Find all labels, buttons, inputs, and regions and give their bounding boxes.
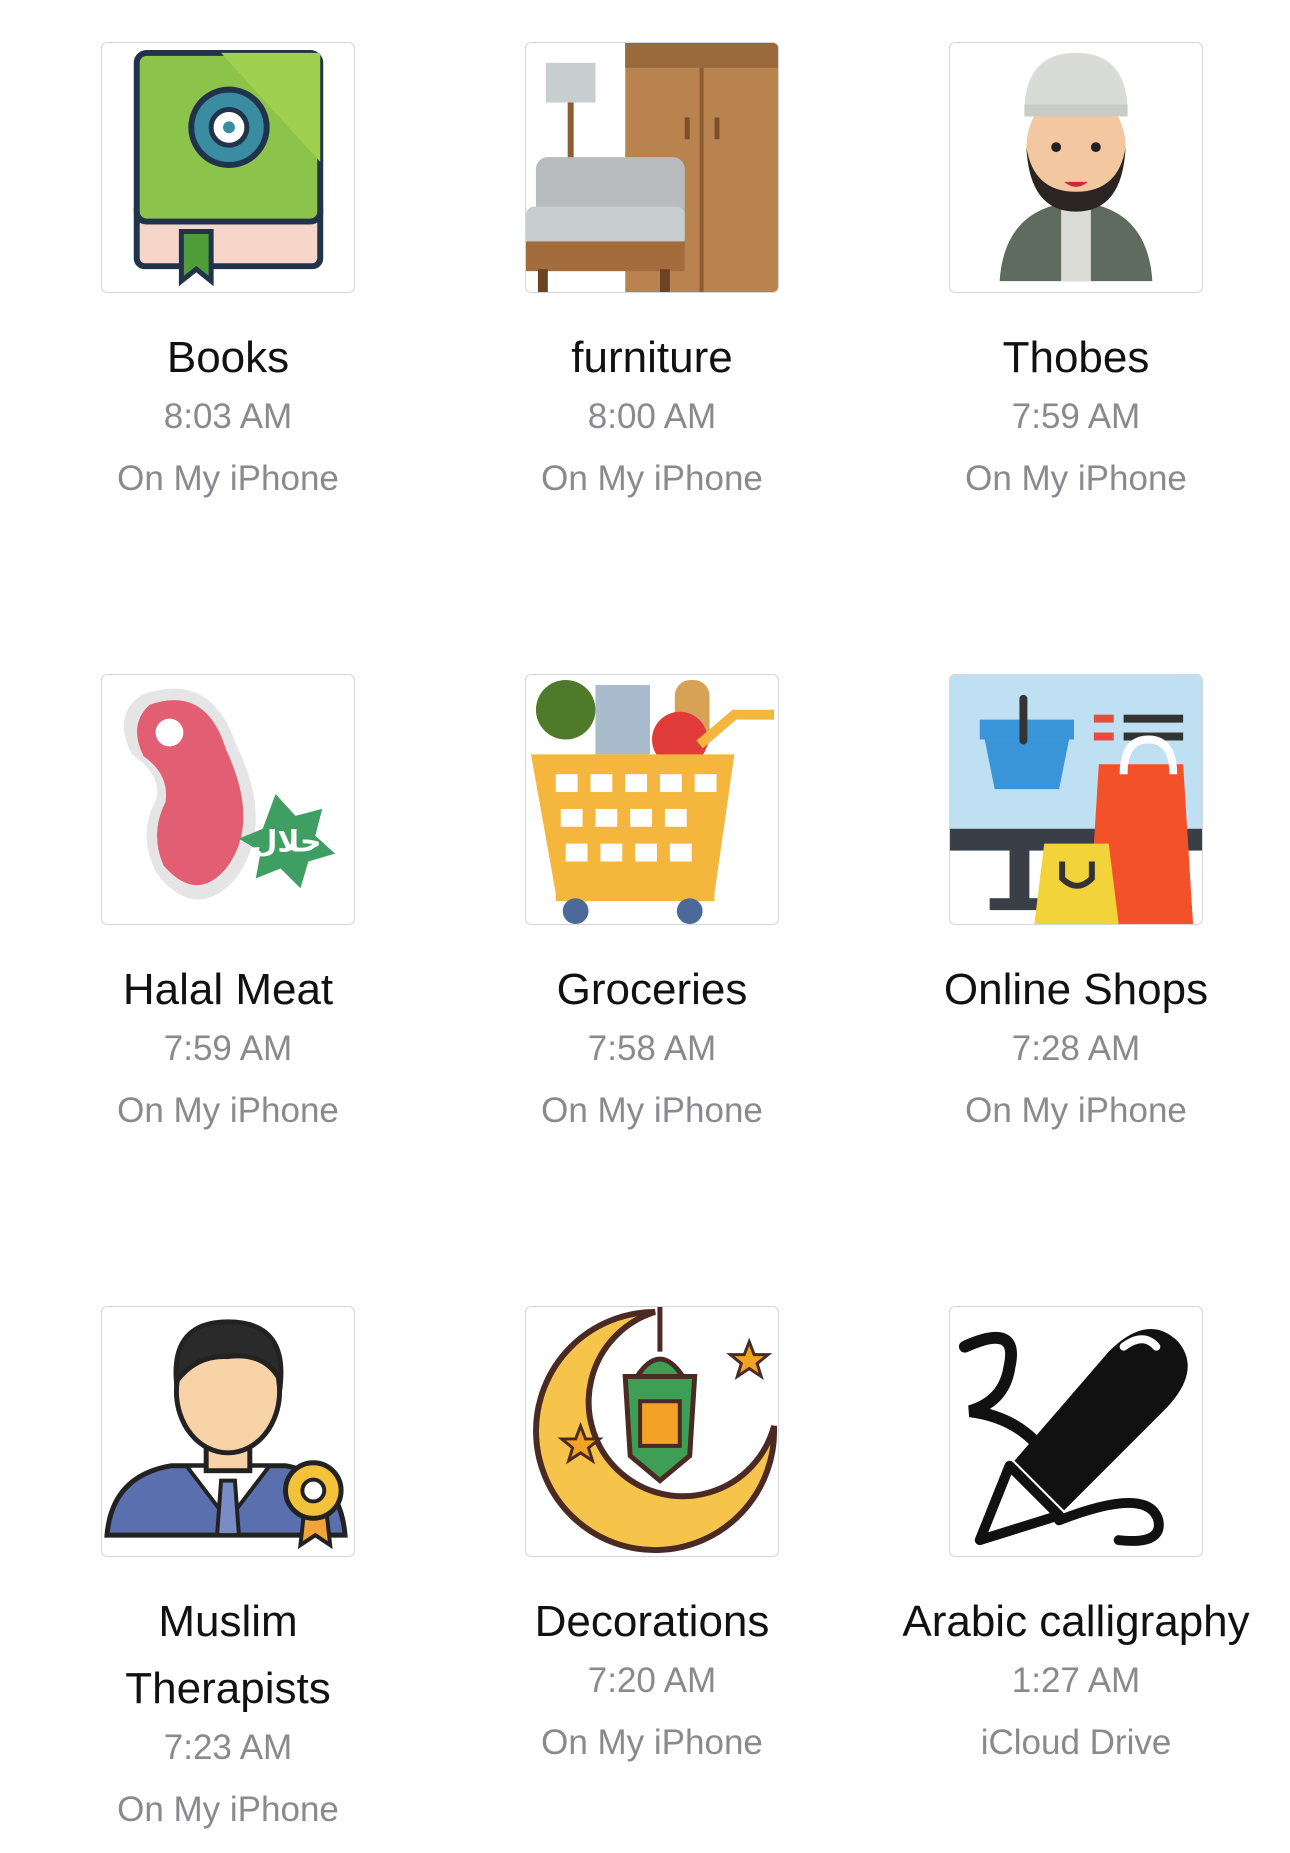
file-time: 7:23 AM (163, 1728, 293, 1767)
file-location: On My iPhone (117, 1790, 339, 1829)
file-name: Books (166, 333, 290, 382)
file-name: Groceries (556, 965, 748, 1014)
file-thumbnail[interactable] (525, 42, 779, 293)
file-thumbnail[interactable] (525, 674, 779, 925)
file-name: Thobes (1002, 333, 1150, 382)
file-location: On My iPhone (117, 459, 339, 498)
book-icon (133, 49, 324, 287)
file-location: iCloud Drive (980, 1723, 1172, 1762)
file-time: 7:59 AM (163, 1029, 293, 1068)
svg-text:حلال: حلال (252, 825, 322, 860)
calligraphy-pen-icon (958, 1328, 1188, 1546)
file-thumbnail[interactable]: حلال (101, 674, 355, 925)
file-time: 7:28 AM (1011, 1029, 1141, 1068)
file-location: On My iPhone (117, 1091, 339, 1130)
file-name-line-1: Muslim (158, 1597, 298, 1646)
file-thumbnail[interactable] (101, 42, 355, 293)
halal-meat-icon: حلال (123, 688, 336, 900)
file-location: On My iPhone (541, 459, 763, 498)
file-time: 8:03 AM (163, 397, 293, 436)
furniture-icon (526, 43, 778, 292)
file-location: On My iPhone (541, 1723, 763, 1762)
file-thumbnail[interactable] (949, 674, 1203, 925)
file-name: Halal Meat (122, 965, 334, 1014)
file-time: 7:20 AM (587, 1661, 717, 1700)
file-thumbnail[interactable] (949, 1306, 1203, 1557)
file-thumbnail[interactable] (101, 1306, 355, 1557)
file-name: furniture (571, 333, 733, 382)
crescent-lantern-icon (533, 1307, 778, 1553)
file-name: Decorations (534, 1597, 770, 1646)
file-location: On My iPhone (965, 1091, 1187, 1130)
file-name: Online Shops (943, 965, 1209, 1014)
therapist-icon (104, 1319, 348, 1550)
man-thobe-icon (999, 52, 1153, 282)
online-shop-icon (950, 675, 1202, 924)
file-location: On My iPhone (541, 1091, 763, 1130)
file-time: 8:00 AM (587, 397, 717, 436)
file-time: 7:59 AM (1011, 397, 1141, 436)
file-time: 1:27 AM (1011, 1661, 1141, 1700)
file-name: Arabic calligraphy (902, 1597, 1250, 1646)
file-time: 7:58 AM (587, 1029, 717, 1068)
file-location: On My iPhone (965, 459, 1187, 498)
file-name-line-2: Therapists (125, 1664, 331, 1713)
grocery-cart-icon (530, 679, 775, 924)
file-thumbnail[interactable] (525, 1306, 779, 1557)
file-thumbnail[interactable] (949, 42, 1203, 293)
